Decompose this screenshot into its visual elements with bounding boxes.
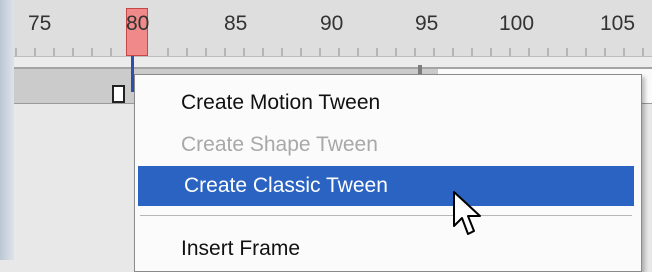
menu-item-create-motion-tween[interactable]: Create Motion Tween xyxy=(135,83,635,123)
menu-item-create-shape-tween[interactable]: Create Shape Tween xyxy=(135,125,635,165)
ruler-ticks xyxy=(15,48,644,56)
menu-item-insert-frame[interactable]: Insert Frame xyxy=(135,229,635,269)
arrow-pointer-icon xyxy=(453,191,481,235)
menu-separator xyxy=(140,215,632,216)
menu-item-create-classic-tween[interactable]: Create Classic Tween xyxy=(138,166,634,206)
window-frame-edge xyxy=(0,0,14,260)
frame-number: 85 xyxy=(224,12,248,35)
timeline-ruler[interactable]: 75 85 90 95 100 105 xyxy=(14,0,652,56)
empty-keyframe-icon[interactable] xyxy=(112,85,125,103)
context-menu: Create Motion Tween Create Shape Tween C… xyxy=(134,74,642,272)
frame-number: 95 xyxy=(415,12,439,35)
frame-number: 105 xyxy=(600,12,636,35)
frame-number: 90 xyxy=(320,12,344,35)
frame-number: 100 xyxy=(499,12,535,35)
current-frame-number: 80 xyxy=(126,12,150,35)
frame-number: 75 xyxy=(28,12,52,35)
